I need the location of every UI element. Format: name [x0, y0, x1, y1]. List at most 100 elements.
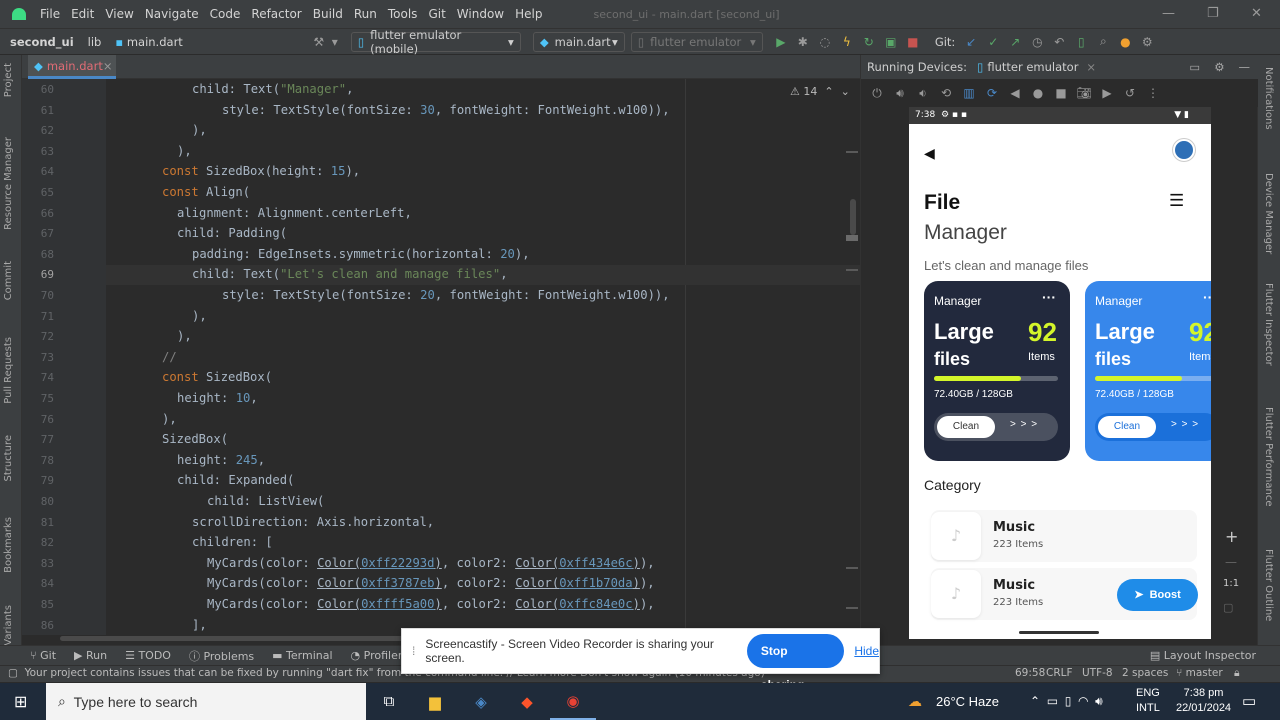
run-icon[interactable]: ▶ — [773, 34, 789, 50]
device-selector[interactable]: ▯ flutter emulator (mobile) ▾ — [350, 28, 521, 56]
home-indicator[interactable] — [1019, 631, 1099, 634]
line-number[interactable]: 64 — [22, 165, 54, 178]
line-number[interactable]: 69 — [22, 268, 54, 281]
line-number[interactable]: 62 — [22, 124, 54, 137]
line-separator[interactable]: CRLF — [1046, 667, 1073, 679]
menu-item-build[interactable]: Build — [313, 7, 343, 21]
warnings-indicator[interactable]: ⚠ 14 ⌃ ⌄ — [790, 85, 850, 98]
line-number[interactable]: 86 — [22, 619, 54, 632]
line-number[interactable]: 66 — [22, 207, 54, 220]
line-number[interactable]: 84 — [22, 577, 54, 590]
tool-git[interactable]: ⑂ Git — [30, 649, 56, 662]
line-number[interactable]: 70 — [22, 289, 54, 302]
stop-sharing-button[interactable]: Stop sharing — [746, 634, 845, 692]
brave-browser-icon[interactable]: ◆ — [504, 683, 550, 720]
back-icon[interactable]: ◀ — [1007, 85, 1023, 101]
code-line[interactable]: // — [162, 350, 177, 364]
fold-icon[interactable]: ▥ — [961, 85, 977, 101]
file-explorer-icon[interactable]: ▆ — [412, 683, 458, 720]
line-number[interactable]: 61 — [22, 104, 54, 117]
maximize-icon[interactable]: ❐ — [1207, 6, 1219, 21]
menu-item-git[interactable]: Git — [428, 7, 445, 21]
code-line[interactable]: height: 10, — [177, 391, 258, 405]
clock[interactable]: 7:38 pm 22/01/2024 — [1176, 686, 1231, 716]
menu-item-window[interactable]: Window — [457, 7, 504, 21]
code-line[interactable]: child: Text("Manager", — [192, 82, 353, 96]
settings-icon[interactable]: ⚙ — [1139, 34, 1155, 50]
tool-todo[interactable]: ☰ TODO — [125, 649, 171, 662]
tool-flutter-performance[interactable]: Flutter Performance — [1263, 407, 1274, 507]
arrows[interactable]: > > > — [1171, 419, 1199, 430]
notifications-icon[interactable]: ▭ — [1242, 692, 1256, 710]
chevron-down-icon[interactable]: ▾ — [327, 34, 343, 50]
volume-down-icon[interactable]: 🔉︎ — [915, 85, 931, 101]
line-number[interactable]: 60 — [22, 83, 54, 96]
cursor-position[interactable]: 69:58 — [1009, 667, 1046, 679]
task-view-icon[interactable]: ⧉ — [366, 683, 412, 720]
code-line[interactable]: padding: EdgeInsets.symmetric(horizontal… — [192, 247, 530, 261]
line-number[interactable]: 63 — [22, 145, 54, 158]
git-commit-icon[interactable]: ✓ — [985, 34, 1001, 50]
line-number[interactable]: 79 — [22, 474, 54, 487]
chrome-icon[interactable]: ◉ — [550, 683, 596, 720]
arrows[interactable]: > > > — [1010, 419, 1038, 430]
breadcrumb-file[interactable]: ▪ main.dart — [115, 35, 182, 49]
taskbar-search[interactable]: ⌕ Type here to search — [46, 683, 366, 720]
volume-up-icon[interactable]: 🔊︎ — [892, 85, 908, 101]
line-number[interactable]: 72 — [22, 330, 54, 343]
code-line[interactable]: height: 245, — [177, 453, 265, 467]
screen-record-icon[interactable]: ▶ — [1099, 85, 1115, 101]
tool-profiler[interactable]: ◔ Profiler — [351, 649, 403, 662]
tool-flutter-inspector[interactable]: Flutter Inspector — [1263, 283, 1274, 366]
back-arrow-icon[interactable]: ◀ — [924, 145, 935, 162]
language-indicator[interactable]: ENG INTL — [1136, 686, 1160, 716]
weather-text[interactable]: 26°C Haze — [936, 694, 999, 709]
code-line[interactable]: ], — [192, 618, 207, 632]
line-number[interactable]: 82 — [22, 536, 54, 549]
storage-card[interactable]: Manager ··· Largefiles 92 Items 72.40GB … — [1085, 281, 1211, 461]
overview-icon[interactable]: ■ — [1053, 85, 1069, 101]
tool-resource-manager[interactable]: Resource Manager — [3, 137, 14, 230]
panel-layout-icon[interactable]: ▭ — [1189, 60, 1200, 74]
tool-notifications[interactable]: Notifications — [1263, 67, 1274, 130]
tool-bookmarks[interactable]: Bookmarks — [3, 517, 14, 573]
hot-restart-icon[interactable]: ↻ — [861, 34, 877, 50]
lock-icon[interactable]: 🔒︎ — [1234, 667, 1240, 680]
line-number[interactable]: 78 — [22, 454, 54, 467]
search-icon[interactable]: ⌕ — [1095, 34, 1111, 50]
git-history-icon[interactable]: ◷ — [1029, 34, 1045, 50]
code-line[interactable]: MyCards(color: Color(0xffff5a00), color2… — [207, 597, 655, 611]
line-number[interactable]: 85 — [22, 598, 54, 611]
tool-commit[interactable]: Commit — [3, 261, 14, 300]
android-studio-icon[interactable]: ◈ — [458, 683, 504, 720]
emulator-screen[interactable]: 7:38 ⚙ ▪ ▪ ▼ ▮ ◀ File Manager ☰ Let's cle… — [909, 107, 1211, 639]
fit-screen-icon[interactable]: ▢ — [1223, 601, 1233, 614]
code-line[interactable]: ), — [192, 309, 207, 323]
system-tray-icons[interactable]: ⌃ ▭ ▯ ◠ 🔊︎ — [1030, 694, 1103, 709]
line-number[interactable]: 76 — [22, 413, 54, 426]
line-number[interactable]: 81 — [22, 516, 54, 529]
clean-button[interactable]: Clean — [1098, 416, 1156, 438]
breadcrumb-lib[interactable]: lib — [88, 35, 102, 49]
device-tab[interactable]: flutter emulator — [987, 60, 1078, 74]
code-editor[interactable]: 60 61 62 63 64 65 66 67 68 69 70 71 72 73 74 75 76 77 78 79… — [22, 79, 860, 635]
zoom-ratio[interactable]: 1:1 — [1223, 578, 1239, 589]
line-number[interactable]: 75 — [22, 392, 54, 405]
line-number[interactable]: 80 — [22, 495, 54, 508]
file-encoding[interactable]: UTF-8 — [1082, 667, 1113, 679]
home-icon[interactable]: ● — [1030, 85, 1046, 101]
tool-device-manager[interactable]: Device Manager — [1263, 173, 1274, 254]
menu-item-file[interactable]: File — [40, 7, 60, 21]
more-options-icon[interactable]: ⋮ — [1145, 85, 1161, 101]
zoom-in-icon[interactable]: + — [1225, 527, 1238, 546]
code-line[interactable]: const Align( — [162, 185, 250, 199]
line-number[interactable]: 68 — [22, 248, 54, 261]
menu-item-help[interactable]: Help — [515, 7, 542, 21]
code-line[interactable]: scrollDirection: Axis.horizontal, — [192, 515, 434, 529]
more-dots-icon[interactable]: ··· — [1042, 289, 1056, 305]
panel-settings-icon[interactable]: ⚙ — [1214, 60, 1224, 74]
rollback-icon[interactable]: ↶ — [1051, 34, 1067, 50]
code-line[interactable]: MyCards(color: Color(0xff22293d), color2… — [207, 556, 655, 570]
line-number[interactable]: 71 — [22, 310, 54, 323]
drag-handle-icon[interactable]: ⁞ — [412, 644, 415, 658]
